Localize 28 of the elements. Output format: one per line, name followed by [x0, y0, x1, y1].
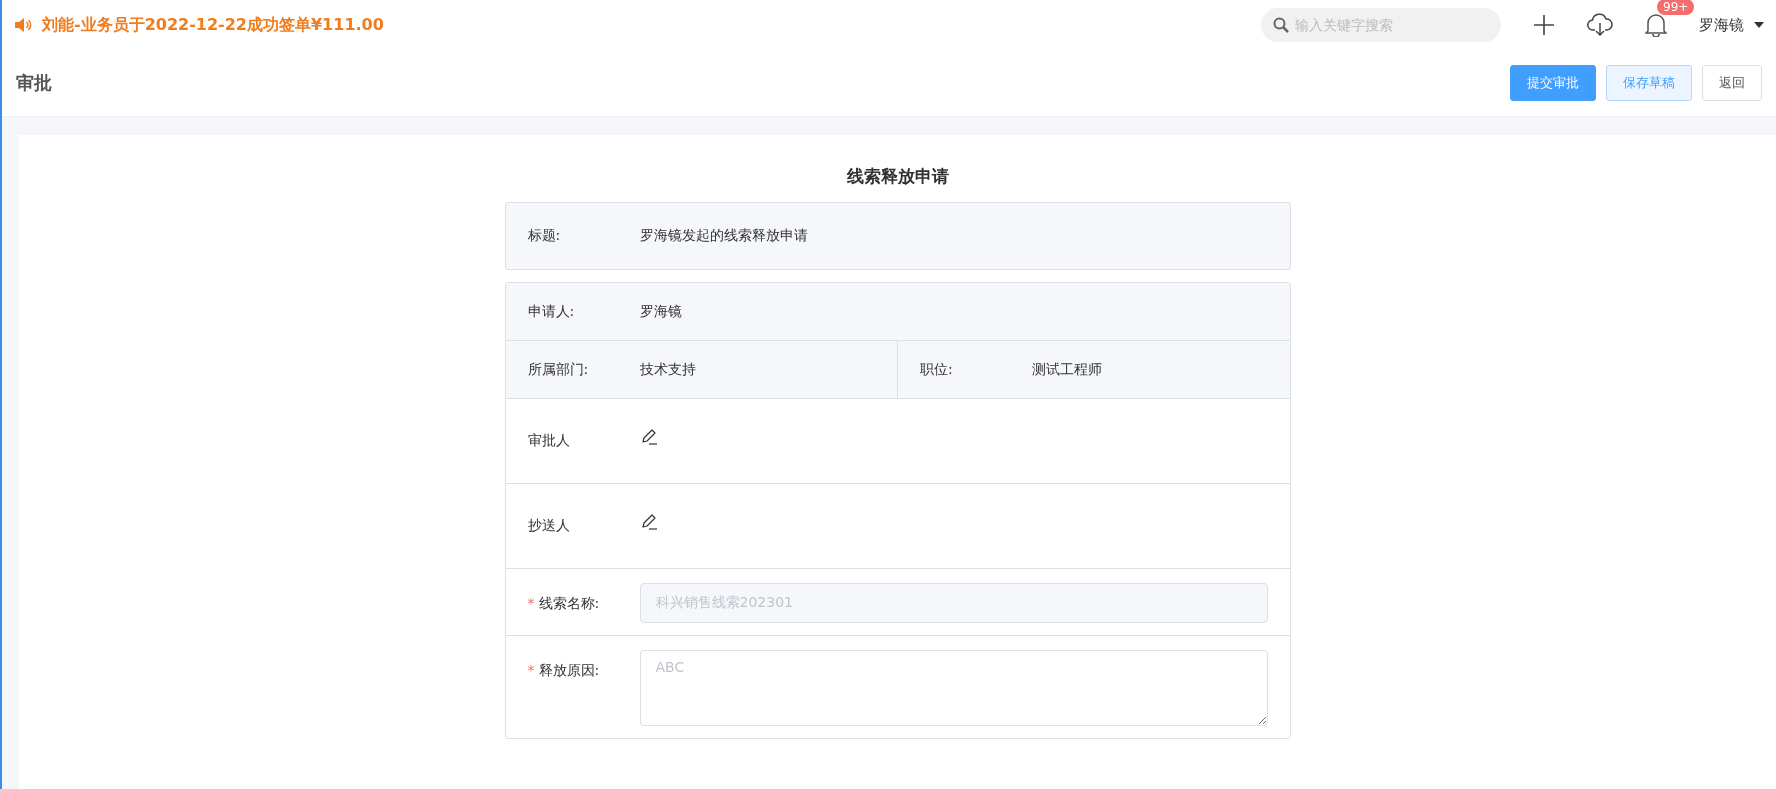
search-icon	[1273, 17, 1289, 33]
field-value: 测试工程师	[1032, 360, 1102, 379]
back-button[interactable]: 返回	[1702, 65, 1762, 101]
page-title: 审批	[16, 71, 52, 95]
field-label: 线索名称:	[538, 595, 600, 611]
save-draft-button[interactable]: 保存草稿	[1606, 65, 1692, 101]
pencil-icon[interactable]	[639, 428, 658, 446]
field-value: 罗海镜	[639, 302, 682, 321]
add-icon[interactable]	[1533, 14, 1555, 36]
notification-badge: 99+	[1657, 0, 1695, 15]
pencil-icon[interactable]	[639, 513, 658, 531]
cloud-download-icon[interactable]	[1587, 13, 1613, 37]
field-value: 罗海镜发起的线索释放申请	[639, 227, 808, 245]
textarea-field[interactable]: ABC	[639, 650, 1268, 726]
field-label: 抄送人	[527, 517, 571, 535]
field-label: 职位:	[920, 360, 954, 379]
announcement-text: 刘能-业务员于2022-12-22成功签单¥111.00	[42, 14, 384, 36]
field-label: 申请人:	[527, 302, 576, 321]
speaker-icon	[14, 17, 32, 33]
field-label: 所属部门:	[527, 360, 590, 379]
user-menu[interactable]: 罗海镜	[1699, 15, 1764, 35]
caret-icon	[1754, 22, 1764, 28]
form-title: 线索释放申请	[845, 165, 950, 188]
submit-button[interactable]: 提交审批	[1510, 65, 1596, 101]
field-label: 审批人	[527, 432, 571, 450]
field-value: 技术支持	[639, 360, 696, 379]
field-label: 释放原因:	[538, 662, 600, 678]
field-label: 标题:	[527, 227, 562, 245]
